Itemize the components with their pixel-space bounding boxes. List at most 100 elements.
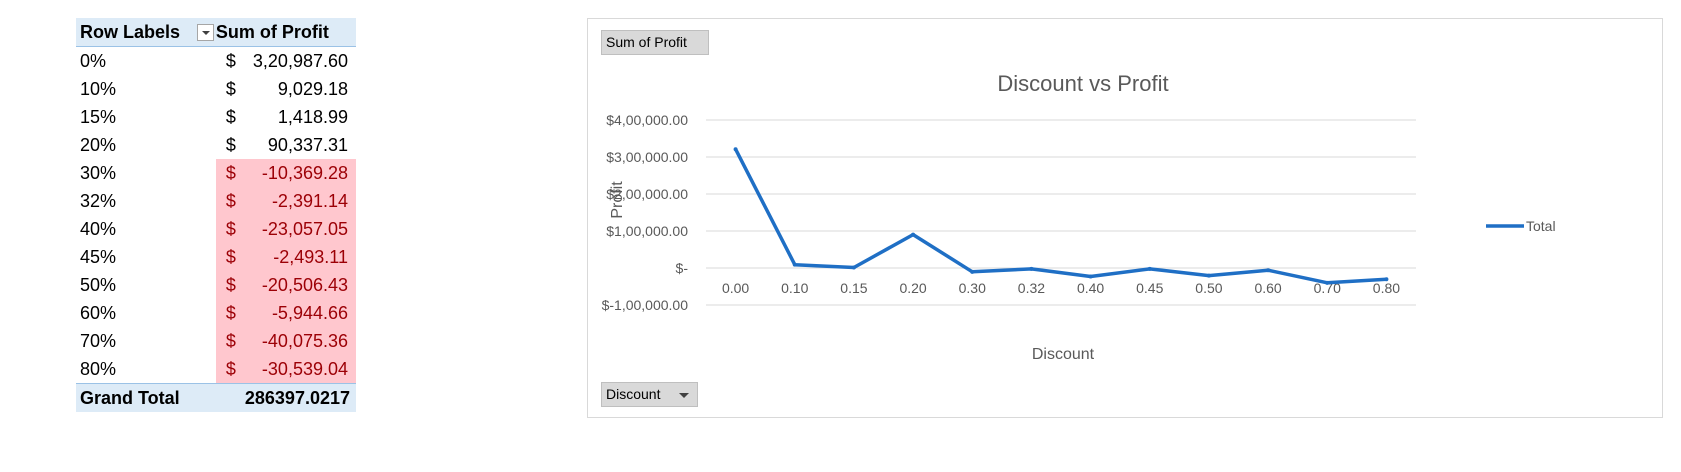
sum-of-profit-field-button[interactable]: Sum of Profit: [601, 30, 709, 55]
profit-value: -10,369.28: [261, 162, 348, 183]
profit-value: -5,944.66: [271, 302, 348, 323]
pivot-row: 20% $90,337.31: [76, 131, 356, 159]
row-labels-header[interactable]: Row Labels: [76, 18, 216, 47]
data-point[interactable]: [1147, 266, 1152, 271]
x-tick-label: 0.60: [1254, 280, 1281, 296]
y-tick-label: $3,00,000.00: [606, 149, 688, 165]
currency-symbol: $: [225, 246, 236, 267]
data-point[interactable]: [1325, 280, 1330, 285]
profit-value: -23,057.05: [261, 218, 348, 239]
y-tick-label: $1,00,000.00: [606, 223, 688, 239]
data-point[interactable]: [1384, 277, 1389, 282]
x-tick-label: 0.00: [722, 280, 749, 296]
pivot-row-value[interactable]: $90,337.31: [216, 131, 356, 159]
series-line-total[interactable]: [734, 148, 1387, 285]
x-axis-title: Discount: [1032, 346, 1095, 363]
y-tick-label: $4,00,000.00: [606, 112, 688, 128]
pivot-row-value[interactable]: $ -40,075.36: [215, 327, 356, 355]
profit-value: -30,539.04: [261, 358, 348, 379]
y-tick-label: $-: [676, 260, 689, 276]
data-point[interactable]: [1029, 266, 1034, 271]
x-tick-label: 0.15: [840, 280, 867, 296]
sum-of-profit-header[interactable]: Sum of Profit: [215, 18, 356, 47]
pivot-row-label[interactable]: 50%: [76, 271, 216, 299]
x-tick-label: 0.20: [899, 280, 926, 296]
currency-symbol: $: [225, 358, 236, 379]
pivot-row-value[interactable]: $ -10,369.28: [215, 159, 356, 187]
profit-value: -20,506.43: [261, 274, 348, 295]
currency-symbol: $: [225, 106, 236, 127]
pivot-row-label[interactable]: 60%: [76, 299, 216, 327]
pivot-row-value[interactable]: $ -23,057.05: [215, 215, 356, 243]
profit-value: -40,075.36: [261, 330, 348, 351]
pivot-row-value[interactable]: $ -20,506.43: [215, 271, 356, 299]
pivot-table: Row Labels Sum of Profit 0% $3,20,987.60 1…: [76, 18, 356, 412]
pivot-row: 32% $ -2,391.14: [76, 187, 356, 215]
data-point[interactable]: [1206, 273, 1211, 278]
pivot-row-value[interactable]: $1,418.99: [216, 103, 356, 131]
pivot-row-label[interactable]: 70%: [76, 327, 216, 355]
row-labels-header-text: Row Labels: [80, 21, 181, 42]
row-labels-filter-dropdown-icon[interactable]: [196, 24, 214, 41]
series-layer: [733, 147, 1389, 285]
profit-value: 3,20,987.60: [252, 50, 348, 71]
pivot-row-label[interactable]: 10%: [76, 75, 216, 103]
x-tick-label: 0.30: [959, 280, 986, 296]
profit-value: -2,493.11: [273, 246, 348, 267]
pivot-row-label[interactable]: 32%: [76, 187, 216, 215]
chevron-down-icon: [679, 393, 689, 398]
legend-label: Total: [1526, 218, 1556, 234]
x-tick-label: 0.45: [1136, 280, 1163, 296]
pivot-row-label[interactable]: 0%: [76, 47, 216, 76]
x-tick-label: 0.10: [781, 280, 808, 296]
pivot-row: 15% $1,418.99: [76, 103, 356, 131]
currency-symbol: $: [225, 274, 236, 295]
pivot-row-value[interactable]: $ -2,493.11: [215, 243, 356, 271]
data-point[interactable]: [911, 232, 916, 237]
profit-value: -2,391.14: [271, 190, 348, 211]
y-tick-label: $2,00,000.00: [606, 186, 688, 202]
data-point[interactable]: [851, 265, 856, 270]
pivot-row-value[interactable]: $ -2,391.14: [215, 187, 356, 215]
discount-field-label: Discount: [606, 386, 661, 402]
y-tick-label: $-1,00,000.00: [602, 297, 689, 313]
currency-symbol: $: [225, 134, 236, 155]
data-point[interactable]: [1266, 268, 1271, 273]
pivot-row: 40% $ -23,057.05: [76, 215, 356, 243]
pivot-chart[interactable]: Sum of Profit Discount Discount vs Profi…: [587, 18, 1663, 418]
chart-title: Discount vs Profit: [997, 71, 1168, 96]
data-point[interactable]: [1088, 274, 1093, 279]
profit-value: 9,029.18: [277, 78, 348, 99]
pivot-header-row: Row Labels Sum of Profit: [76, 18, 356, 47]
pivot-row-label[interactable]: 40%: [76, 215, 216, 243]
pivot-row: 60% $ -5,944.66: [76, 299, 356, 327]
profit-value: 90,337.31: [267, 134, 348, 155]
pivot-row-value[interactable]: $ -5,944.66: [215, 299, 356, 327]
profit-value: 1,418.99: [277, 106, 348, 127]
data-point[interactable]: [733, 147, 738, 152]
pivot-row-label[interactable]: 45%: [76, 243, 216, 271]
pivot-row-label[interactable]: 20%: [76, 131, 216, 159]
sum-of-profit-field-label: Sum of Profit: [606, 34, 687, 50]
pivot-row-value[interactable]: $9,029.18: [216, 75, 356, 103]
pivot-row-label[interactable]: 30%: [76, 159, 216, 187]
pivot-row-label[interactable]: 80%: [76, 355, 216, 384]
grand-total-value[interactable]: 286397.0217: [215, 383, 356, 412]
pivot-row: 50% $ -20,506.43: [76, 271, 356, 299]
currency-symbol: $: [225, 330, 236, 351]
pivot-row: 70% $ -40,075.36: [76, 327, 356, 355]
data-point[interactable]: [970, 269, 975, 274]
pivot-row-value[interactable]: $ -30,539.04: [215, 355, 356, 384]
x-tick-label: 0.50: [1195, 280, 1222, 296]
currency-symbol: $: [225, 218, 236, 239]
discount-field-button[interactable]: Discount: [601, 382, 698, 407]
pivot-row-value[interactable]: $3,20,987.60: [216, 47, 356, 76]
grand-total-row: Grand Total 286397.0217: [76, 383, 356, 412]
grand-total-label[interactable]: Grand Total: [76, 383, 216, 412]
data-point[interactable]: [792, 262, 797, 267]
pivot-row-label[interactable]: 15%: [76, 103, 216, 131]
currency-symbol: $: [225, 78, 236, 99]
x-tick-label: 0.32: [1018, 280, 1045, 296]
legend[interactable]: Total: [1486, 218, 1556, 234]
pivot-row: 80% $ -30,539.04: [76, 355, 356, 384]
